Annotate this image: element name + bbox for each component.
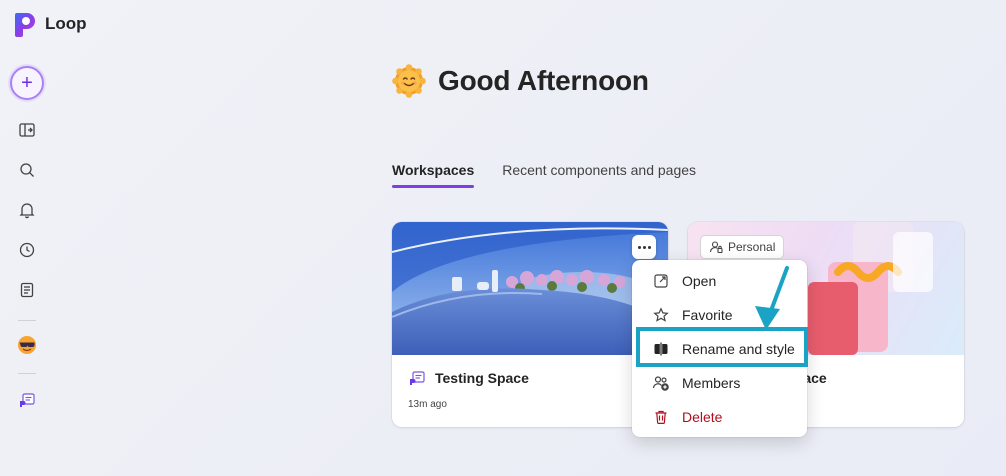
annotation-arrow (755, 266, 789, 330)
